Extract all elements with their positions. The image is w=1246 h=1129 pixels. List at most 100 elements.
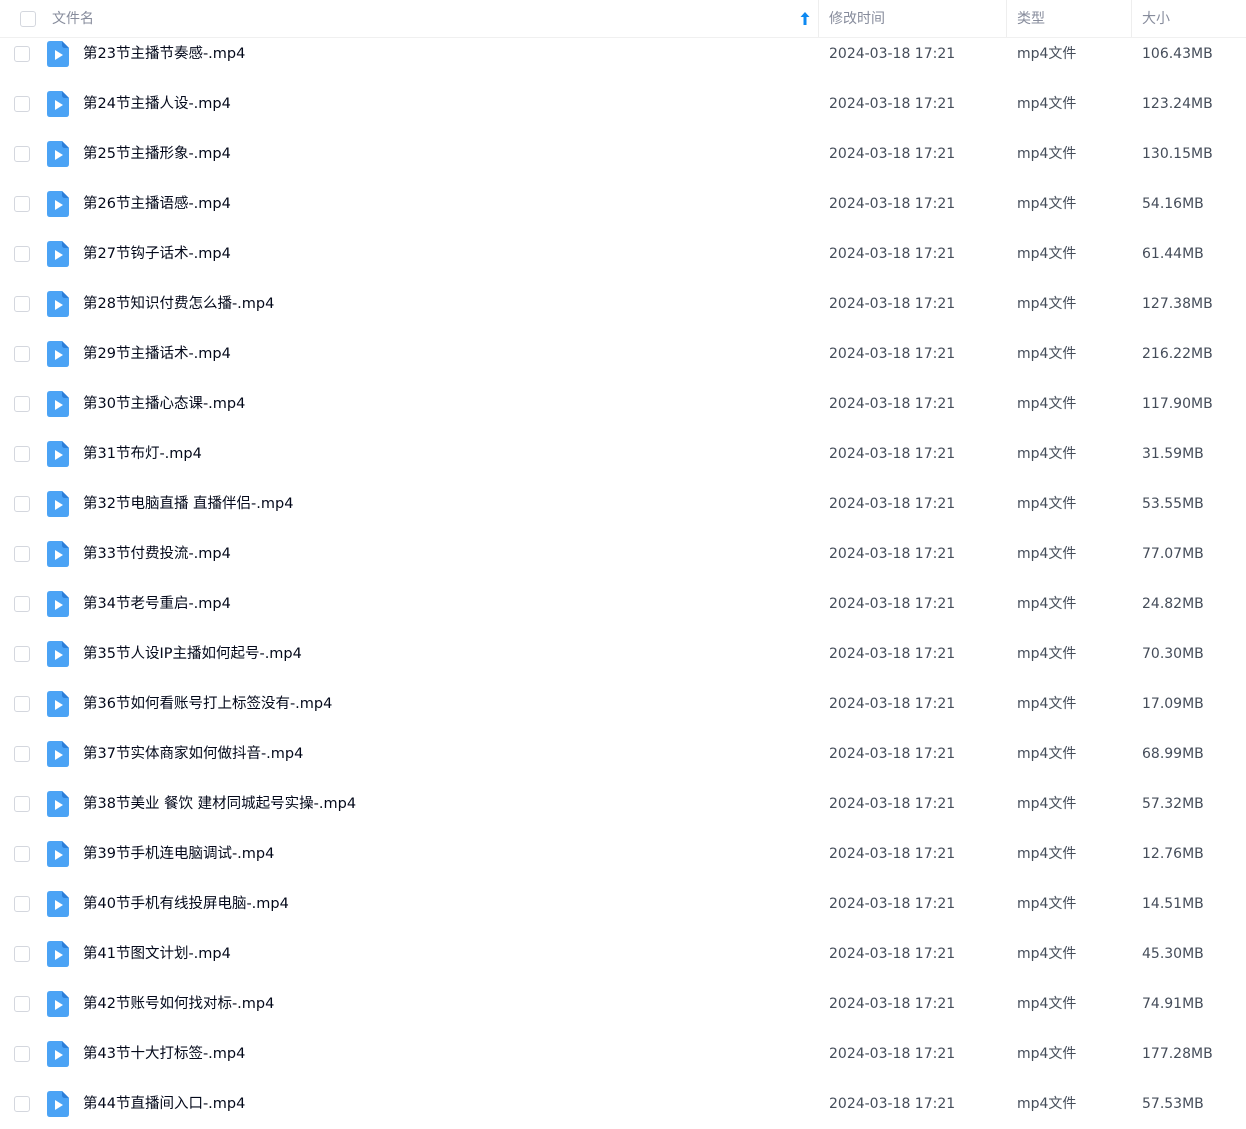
row-checkbox[interactable] — [14, 346, 30, 362]
video-file-icon — [47, 941, 69, 967]
file-name[interactable]: 第38节美业 餐饮 建材同城起号实操-.mp4 — [83, 779, 356, 829]
file-name[interactable]: 第32节电脑直播 直播伴侣-.mp4 — [83, 479, 293, 529]
file-name[interactable]: 第39节手机连电脑调试-.mp4 — [83, 829, 274, 879]
file-modified-time: 2024-03-18 17:21 — [829, 246, 956, 262]
file-modified-time: 2024-03-18 17:21 — [829, 146, 956, 162]
file-type: mp4文件 — [1017, 446, 1077, 462]
select-all-checkbox[interactable] — [20, 11, 36, 27]
row-checkbox[interactable] — [14, 446, 30, 462]
file-modified-time: 2024-03-18 17:21 — [829, 496, 956, 512]
file-name[interactable]: 第35节人设IP主播如何起号-.mp4 — [83, 629, 302, 679]
header-modified-time[interactable]: 修改时间 — [829, 0, 885, 37]
file-type: mp4文件 — [1017, 996, 1077, 1012]
row-checkbox[interactable] — [14, 596, 30, 612]
file-modified-time: 2024-03-18 17:21 — [829, 1096, 956, 1112]
file-type: mp4文件 — [1017, 196, 1077, 212]
file-row[interactable]: 第38节美业 餐饮 建材同城起号实操-.mp4 2024-03-18 17:21… — [0, 779, 1246, 829]
row-checkbox[interactable] — [14, 1096, 30, 1112]
file-name[interactable]: 第28节知识付费怎么播-.mp4 — [83, 279, 274, 329]
row-checkbox[interactable] — [14, 796, 30, 812]
column-divider[interactable] — [1131, 0, 1132, 37]
file-name[interactable]: 第24节主播人设-.mp4 — [83, 79, 231, 129]
row-checkbox[interactable] — [14, 1046, 30, 1062]
file-row[interactable]: 第31节布灯-.mp4 2024-03-18 17:21 mp4文件 31.59… — [0, 429, 1246, 479]
row-checkbox[interactable] — [14, 546, 30, 562]
file-name[interactable]: 第26节主播语感-.mp4 — [83, 179, 231, 229]
file-row[interactable]: 第29节主播话术-.mp4 2024-03-18 17:21 mp4文件 216… — [0, 329, 1246, 379]
file-name[interactable]: 第29节主播话术-.mp4 — [83, 329, 231, 379]
row-checkbox[interactable] — [14, 246, 30, 262]
file-size: 70.30MB — [1142, 646, 1204, 662]
file-name[interactable]: 第40节手机有线投屏电脑-.mp4 — [83, 879, 289, 929]
file-type: mp4文件 — [1017, 946, 1077, 962]
header-type[interactable]: 类型 — [1017, 0, 1045, 37]
file-modified-time: 2024-03-18 17:21 — [829, 996, 956, 1012]
file-name[interactable]: 第42节账号如何找对标-.mp4 — [83, 979, 274, 1029]
row-checkbox[interactable] — [14, 696, 30, 712]
file-size: 54.16MB — [1142, 196, 1204, 212]
file-name[interactable]: 第25节主播形象-.mp4 — [83, 129, 231, 179]
row-checkbox[interactable] — [14, 296, 30, 312]
file-row[interactable]: 第44节直播间入口-.mp4 2024-03-18 17:21 mp4文件 57… — [0, 1079, 1246, 1129]
file-row[interactable]: 第40节手机有线投屏电脑-.mp4 2024-03-18 17:21 mp4文件… — [0, 879, 1246, 929]
file-type: mp4文件 — [1017, 796, 1077, 812]
row-checkbox[interactable] — [14, 846, 30, 862]
file-type: mp4文件 — [1017, 546, 1077, 562]
row-checkbox[interactable] — [14, 146, 30, 162]
row-checkbox[interactable] — [14, 946, 30, 962]
file-name[interactable]: 第27节钩子话术-.mp4 — [83, 229, 231, 279]
sort-ascending-icon[interactable] — [800, 12, 810, 25]
file-row[interactable]: 第34节老号重启-.mp4 2024-03-18 17:21 mp4文件 24.… — [0, 579, 1246, 629]
file-name[interactable]: 第43节十大打标签-.mp4 — [83, 1029, 245, 1079]
file-size: 24.82MB — [1142, 596, 1204, 612]
file-list-header: 文件名 修改时间 类型 大小 — [0, 0, 1246, 38]
column-divider[interactable] — [1006, 0, 1007, 37]
file-row[interactable]: 第36节如何看账号打上标签没有-.mp4 2024-03-18 17:21 mp… — [0, 679, 1246, 729]
file-row[interactable]: 第37节实体商家如何做抖音-.mp4 2024-03-18 17:21 mp4文… — [0, 729, 1246, 779]
file-name[interactable]: 第44节直播间入口-.mp4 — [83, 1079, 245, 1129]
file-row[interactable]: 第24节主播人设-.mp4 2024-03-18 17:21 mp4文件 123… — [0, 79, 1246, 129]
row-checkbox[interactable] — [14, 96, 30, 112]
file-row[interactable]: 第25节主播形象-.mp4 2024-03-18 17:21 mp4文件 130… — [0, 129, 1246, 179]
file-name[interactable]: 第37节实体商家如何做抖音-.mp4 — [83, 729, 303, 779]
row-checkbox[interactable] — [14, 46, 30, 62]
file-type: mp4文件 — [1017, 96, 1077, 112]
row-checkbox[interactable] — [14, 496, 30, 512]
column-divider[interactable] — [818, 0, 819, 37]
file-size: 74.91MB — [1142, 996, 1204, 1012]
file-row[interactable]: 第33节付费投流-.mp4 2024-03-18 17:21 mp4文件 77.… — [0, 529, 1246, 579]
file-name[interactable]: 第31节布灯-.mp4 — [83, 429, 202, 479]
file-row[interactable]: 第28节知识付费怎么播-.mp4 2024-03-18 17:21 mp4文件 … — [0, 279, 1246, 329]
file-row[interactable]: 第42节账号如何找对标-.mp4 2024-03-18 17:21 mp4文件 … — [0, 979, 1246, 1029]
header-size[interactable]: 大小 — [1142, 0, 1170, 37]
header-file-name[interactable]: 文件名 — [52, 0, 94, 37]
file-modified-time: 2024-03-18 17:21 — [829, 546, 956, 562]
file-name[interactable]: 第41节图文计划-.mp4 — [83, 929, 231, 979]
file-row[interactable]: 第43节十大打标签-.mp4 2024-03-18 17:21 mp4文件 17… — [0, 1029, 1246, 1079]
file-name[interactable]: 第36节如何看账号打上标签没有-.mp4 — [83, 679, 332, 729]
file-row[interactable]: 第35节人设IP主播如何起号-.mp4 2024-03-18 17:21 mp4… — [0, 629, 1246, 679]
file-row[interactable]: 第41节图文计划-.mp4 2024-03-18 17:21 mp4文件 45.… — [0, 929, 1246, 979]
file-type: mp4文件 — [1017, 746, 1077, 762]
file-name[interactable]: 第34节老号重启-.mp4 — [83, 579, 231, 629]
file-type: mp4文件 — [1017, 1096, 1077, 1112]
video-file-icon — [47, 791, 69, 817]
video-file-icon — [47, 91, 69, 117]
row-checkbox[interactable] — [14, 746, 30, 762]
file-row[interactable]: 第27节钩子话术-.mp4 2024-03-18 17:21 mp4文件 61.… — [0, 229, 1246, 279]
row-checkbox[interactable] — [14, 896, 30, 912]
file-row[interactable]: 第26节主播语感-.mp4 2024-03-18 17:21 mp4文件 54.… — [0, 179, 1246, 229]
file-row[interactable]: 第32节电脑直播 直播伴侣-.mp4 2024-03-18 17:21 mp4文… — [0, 479, 1246, 529]
row-checkbox[interactable] — [14, 996, 30, 1012]
file-size: 117.90MB — [1142, 396, 1213, 412]
file-modified-time: 2024-03-18 17:21 — [829, 846, 956, 862]
row-checkbox[interactable] — [14, 646, 30, 662]
file-rows: 第23节主播节奏感-.mp4 2024-03-18 17:21 mp4文件 10… — [0, 29, 1246, 1129]
file-row[interactable]: 第30节主播心态课-.mp4 2024-03-18 17:21 mp4文件 11… — [0, 379, 1246, 429]
file-row[interactable]: 第39节手机连电脑调试-.mp4 2024-03-18 17:21 mp4文件 … — [0, 829, 1246, 879]
file-name[interactable]: 第30节主播心态课-.mp4 — [83, 379, 245, 429]
row-checkbox[interactable] — [14, 396, 30, 412]
file-name[interactable]: 第33节付费投流-.mp4 — [83, 529, 231, 579]
video-file-icon — [47, 341, 69, 367]
row-checkbox[interactable] — [14, 196, 30, 212]
